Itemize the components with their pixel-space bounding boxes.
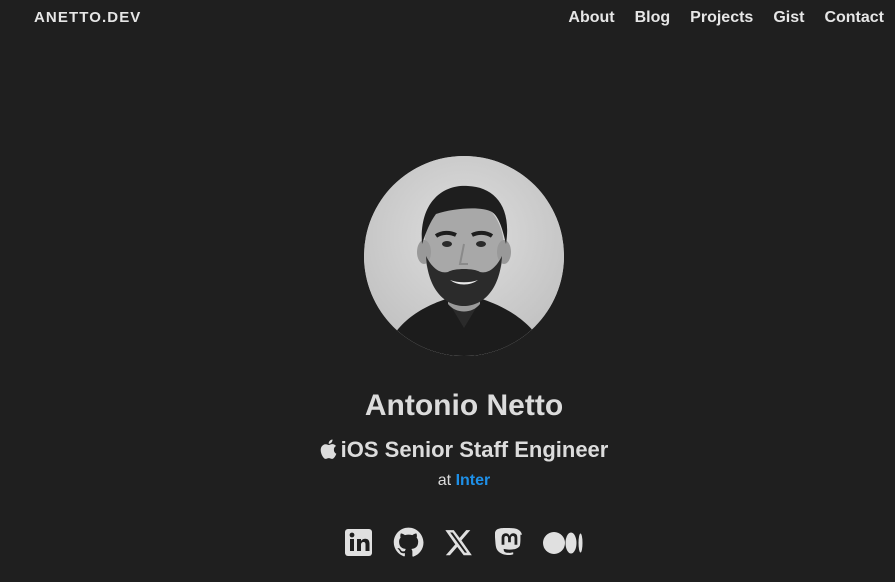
nav-projects[interactable]: Projects [690,9,753,27]
nav-contact[interactable]: Contact [824,9,884,27]
avatar [364,156,564,356]
nav-about[interactable]: About [568,9,614,27]
nav-gist[interactable]: Gist [773,9,804,27]
main-nav: About Blog Projects Gist Contact [568,9,884,27]
nav-blog[interactable]: Blog [635,9,671,27]
github-icon[interactable] [393,527,424,558]
company-line: at Inter [0,471,895,491]
profile-role-line: iOS Senior Staff Engineer [0,436,895,466]
profile-name: Antonio Netto [364,389,564,422]
medium-icon[interactable] [543,527,583,558]
company-prefix: at [437,472,452,489]
mastodon-icon[interactable] [493,527,524,558]
linkedin-icon[interactable] [343,527,374,558]
apple-icon [320,438,337,466]
site-logo[interactable]: ANETTO.DEV [34,9,141,27]
social-links [343,527,583,558]
company-link[interactable]: Inter [456,472,491,489]
page: ANETTO.DEV About Blog Projects Gist Cont… [0,0,895,582]
profile-role: iOS Senior Staff Engineer [340,437,609,462]
x-icon[interactable] [443,527,474,558]
